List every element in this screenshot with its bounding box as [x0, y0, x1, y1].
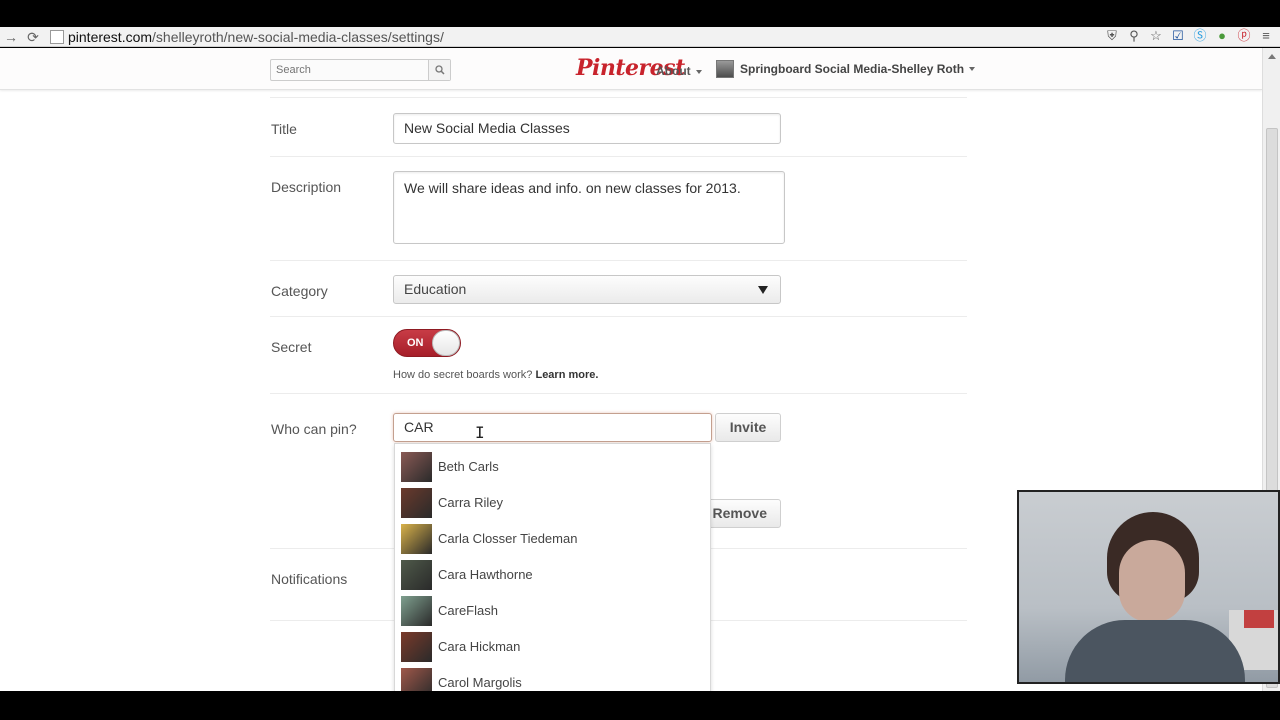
presenter-torso — [1065, 620, 1245, 682]
page-icon — [50, 29, 64, 44]
secret-label: Secret — [271, 339, 312, 355]
category-label: Category — [271, 283, 328, 299]
suggestion-name: Carol Margolis — [438, 675, 522, 690]
text-cursor-icon: I — [475, 423, 485, 442]
suggestion-name: Cara Hawthorne — [438, 567, 533, 582]
search-input[interactable] — [271, 60, 429, 80]
avatar — [716, 60, 734, 78]
who-can-pin-input[interactable]: CAR — [393, 413, 712, 442]
browser-address-bar: → ⟳ pinterest.com/shelleyroth/new-social… — [0, 27, 1280, 47]
letterbox-bar — [0, 691, 1280, 720]
invite-button[interactable]: Invite — [715, 413, 781, 442]
avatar — [401, 452, 432, 482]
description-label: Description — [271, 179, 342, 195]
description-textarea[interactable]: We will share ideas and info. on new cla… — [393, 171, 785, 244]
pinterest-icon[interactable]: ⓟ — [1236, 28, 1252, 44]
user-menu[interactable]: Springboard Social Media-Shelley Roth — [716, 60, 976, 78]
suggestion-item[interactable]: Carla Closser Tiedeman — [395, 521, 710, 557]
star-icon[interactable]: ☆ — [1148, 28, 1164, 44]
title-label: Title — [271, 121, 297, 137]
category-value: Education — [404, 281, 467, 297]
extension-toolbar: ⛨ ⚲ ☆ ☑ Ⓢ ● ⓟ ≡ — [1104, 28, 1274, 44]
search-icon[interactable]: ⚲ — [1126, 28, 1142, 44]
avatar — [401, 632, 432, 662]
suggestion-name: Cara Hickman — [438, 639, 521, 654]
divider — [270, 156, 967, 157]
presenter-face — [1119, 540, 1185, 622]
pinterest-header: Pinterest About Springboard Social Media… — [0, 48, 1262, 90]
suggestion-item[interactable]: Carol Margolis — [395, 665, 710, 691]
shield-icon[interactable]: ⛨ — [1104, 28, 1120, 44]
divider — [270, 316, 967, 317]
suggestion-name: CareFlash — [438, 603, 498, 618]
search-button[interactable] — [428, 60, 450, 80]
magnifier-icon — [435, 65, 445, 75]
toggle-state: ON — [407, 337, 424, 349]
who-can-pin-label: Who can pin? — [271, 421, 357, 437]
secret-help: How do secret boards work? Learn more. — [393, 369, 598, 381]
scroll-up-icon[interactable] — [1268, 54, 1276, 59]
avatar — [401, 668, 432, 691]
menu-icon[interactable]: ≡ — [1258, 28, 1274, 44]
avatar — [401, 524, 432, 554]
chevron-down-icon — [695, 69, 702, 74]
suggestion-item[interactable]: CareFlash — [395, 593, 710, 629]
about-label: About — [656, 64, 691, 78]
url-field[interactable]: pinterest.com/shelleyroth/new-social-med… — [68, 29, 444, 45]
learn-more-link[interactable]: Learn more. — [535, 369, 598, 381]
suggestion-item[interactable]: Beth Carls — [395, 449, 710, 485]
avatar — [401, 560, 432, 590]
suggestion-name: Carra Riley — [438, 495, 504, 510]
green-dot-icon[interactable]: ● — [1214, 28, 1230, 44]
webcam-object — [1244, 610, 1274, 628]
suggestion-item[interactable]: Carra Riley — [395, 485, 710, 521]
check-icon[interactable]: ☑ — [1170, 28, 1186, 44]
search-box — [270, 59, 451, 81]
forward-icon[interactable]: → — [0, 27, 22, 47]
category-select[interactable]: Education — [393, 275, 781, 304]
user-name: Springboard Social Media-Shelley Roth — [740, 62, 965, 76]
chevron-down-icon — [758, 286, 768, 294]
divider — [270, 393, 967, 394]
avatar — [401, 596, 432, 626]
notifications-label: Notifications — [271, 571, 348, 587]
divider — [270, 97, 967, 98]
reload-icon[interactable]: ⟳ — [22, 27, 44, 47]
divider — [270, 260, 967, 261]
suggestion-item[interactable]: Cara Hawthorne — [395, 557, 710, 593]
remove-button[interactable]: Remove — [703, 499, 781, 528]
suggestion-name: Beth Carls — [438, 459, 499, 474]
title-input[interactable]: New Social Media Classes — [393, 113, 781, 144]
chevron-down-icon — [969, 67, 976, 71]
pinner-suggestions: Beth Carls Carra Riley Carla Closser Tie… — [394, 443, 711, 691]
secret-toggle[interactable]: ON — [393, 329, 461, 357]
url-host: pinterest.com — [68, 28, 153, 45]
webcam-overlay — [1017, 490, 1280, 684]
skype-icon[interactable]: Ⓢ — [1192, 28, 1208, 44]
suggestion-name: Carla Closser Tiedeman — [438, 531, 578, 546]
avatar — [401, 488, 432, 518]
about-menu[interactable]: About — [656, 64, 702, 78]
toggle-knob — [432, 330, 460, 356]
url-path: /shelleyroth/new-social-media-classes/se… — [152, 28, 444, 45]
suggestion-item[interactable]: Cara Hickman — [395, 629, 710, 665]
secret-help-text: How do secret boards work? — [393, 369, 533, 381]
